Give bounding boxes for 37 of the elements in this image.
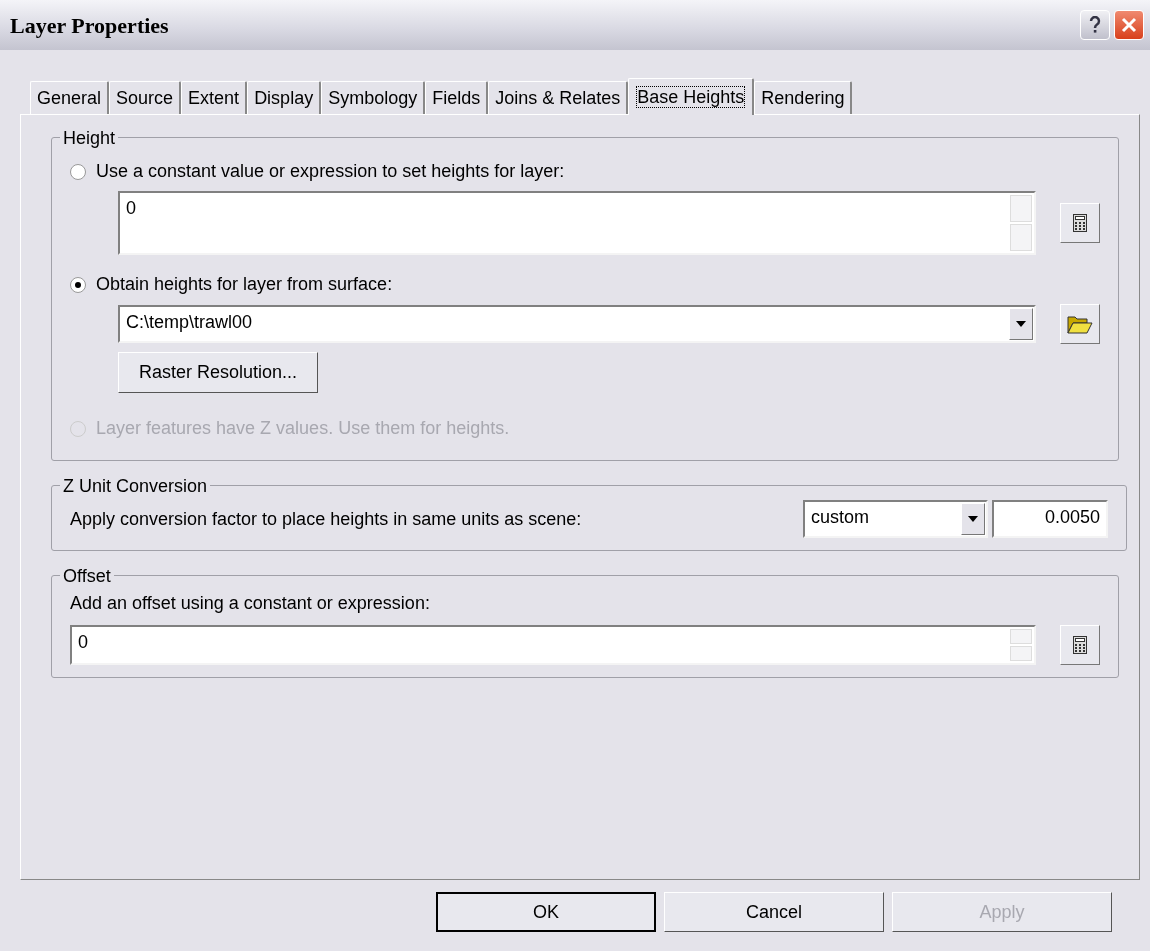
folder-icon [1067,313,1093,335]
window-title: Layer Properties [10,11,169,40]
tab[interactable]: Source [109,81,182,114]
close-button[interactable] [1114,10,1144,40]
tab[interactable]: Symbology [321,81,426,114]
tab[interactable]: Display [247,81,322,114]
dialog-button[interactable]: OK [436,892,656,932]
calculator-icon [1073,636,1087,654]
calculator-icon [1073,214,1087,232]
tab[interactable]: Extent [181,81,248,114]
field-label: Apply conversion factor to place heights in same units as scene: [70,507,583,531]
open-folder-button[interactable] [1060,304,1100,344]
field-label: Add an offset using a constant or expression: [70,592,431,615]
help-icon [1089,16,1101,34]
calculator-button[interactable] [1060,203,1100,243]
close-icon [1121,17,1137,33]
radio-label: Use a constant value or expression to set heights for layer: [96,160,565,183]
tab[interactable]: Fields [425,81,489,114]
radio-button[interactable] [70,276,86,293]
radio-label: Obtain heights for layer from surface: [96,273,393,296]
factor-field[interactable]: 0.0050 [992,500,1108,538]
expression-field[interactable]: 0 [118,191,1036,255]
dropdown-arrow-icon [968,516,978,522]
dialog-button[interactable]: Cancel [664,892,884,932]
tab[interactable]: General [30,81,110,114]
tab[interactable]: Joins & Relates [488,81,629,114]
surface-dropdown[interactable]: C:\temp\trawl00 [118,305,1036,343]
offset-field[interactable]: 0 [70,625,1036,665]
radio-label: Layer features have Z values. Use them for heights. [96,417,510,440]
radio-button[interactable] [70,163,86,180]
calculator-button[interactable] [1060,625,1100,665]
tab[interactable]: Rendering [754,81,853,114]
unit-dropdown[interactable]: custom [803,500,988,538]
tab[interactable]: Base Heights [628,78,755,115]
raster-resolution-button[interactable]: Raster Resolution... [118,352,319,393]
dropdown-arrow-icon [1016,321,1026,327]
help-button[interactable] [1080,10,1110,40]
